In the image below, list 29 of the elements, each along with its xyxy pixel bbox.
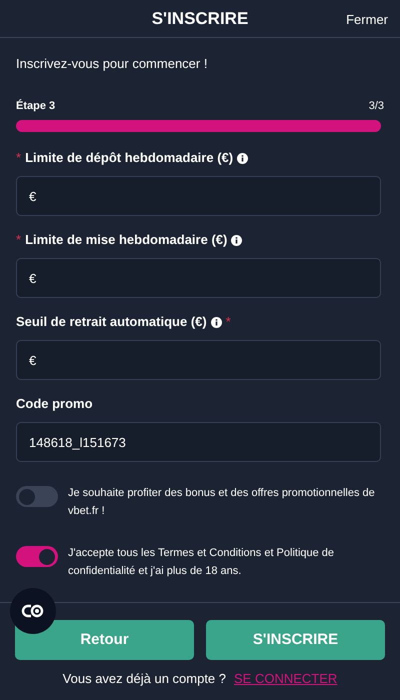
field-label: Code promo xyxy=(16,395,93,414)
input-field[interactable]: 148618_l151673 xyxy=(16,422,381,462)
toggle-label: Je souhaite profiter des bonus et des offres promotionnelles de vbet.fr ! xyxy=(68,486,376,519)
link-icon xyxy=(21,604,45,618)
info-icon[interactable] xyxy=(237,152,248,164)
subtitle: Inscrivez-vous pour commencer ! xyxy=(16,55,208,73)
field-label: Limite de mise hebdomadaire (€) xyxy=(25,231,228,250)
input-field[interactable]: € xyxy=(16,340,381,380)
toggle-label: J'accepte tous les Termes et Conditions et Politique de confidentialité et j'ai plus de 18 ans. xyxy=(68,546,336,579)
info-icon[interactable] xyxy=(210,316,222,328)
login-link[interactable]: SE CONNECTER xyxy=(234,669,338,688)
close-link[interactable]: Fermer xyxy=(346,10,388,30)
step-count: 3/3 xyxy=(368,98,384,114)
info-icon[interactable] xyxy=(231,234,242,246)
toggle-switch[interactable] xyxy=(16,486,58,507)
footer-text: Vous avez déjà un compte ? xyxy=(62,670,226,688)
form-button[interactable]: S'INSCRIRE xyxy=(206,620,385,660)
input-field[interactable]: € xyxy=(16,258,381,298)
input-field[interactable]: € xyxy=(16,176,381,216)
form-button[interactable]: Retour xyxy=(15,620,194,660)
required-mark: * xyxy=(16,149,22,168)
page-title: S'INSCRIRE xyxy=(152,8,248,30)
toggle-switch[interactable] xyxy=(16,546,58,567)
chat-button[interactable] xyxy=(10,588,56,634)
required-mark: * xyxy=(226,313,231,332)
field-label: Limite de dépôt hebdomadaire (€) xyxy=(25,149,234,168)
step-label: Étape 3 xyxy=(16,98,56,114)
required-mark: * xyxy=(16,231,22,250)
field-label: Seuil de retrait automatique (€) xyxy=(16,313,207,332)
